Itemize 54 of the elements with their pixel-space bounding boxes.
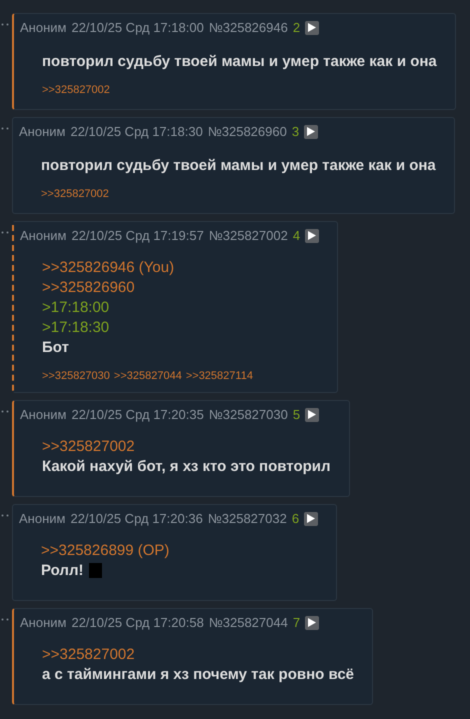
dots-icon[interactable]: [1, 514, 9, 517]
post-text: Бот: [42, 339, 69, 356]
post-index: 3: [292, 124, 300, 139]
post-text: а с таймингами я хз почему так ровно всё: [42, 666, 354, 683]
post-text: Какой нахуй бот, я хз кто это повторил: [42, 458, 331, 475]
post-date: 22/10/25 Срд 17:18:00: [71, 20, 204, 35]
dots-icon[interactable]: [1, 231, 9, 234]
play-button[interactable]: [304, 124, 318, 138]
post-text: повторил судьбу твоей мамы и умер также как и она: [41, 157, 436, 174]
reply-link[interactable]: >>325827002: [42, 438, 135, 455]
dots-icon[interactable]: [1, 127, 9, 130]
post-date: 22/10/25 Срд 17:18:30: [70, 124, 203, 139]
post-number[interactable]: №325827032: [208, 511, 287, 526]
author-name: Аноним: [20, 407, 66, 422]
post-text: Ролл!: [41, 562, 84, 579]
author-name: Аноним: [20, 20, 66, 35]
reply-link[interactable]: >>325827002: [42, 646, 135, 663]
post-index: 7: [292, 615, 300, 630]
quote-text: >17:18:30: [42, 319, 110, 336]
dots-icon[interactable]: [1, 618, 9, 621]
play-button[interactable]: [304, 512, 318, 526]
reply-link[interactable]: >>325827114: [186, 370, 253, 382]
post-date: 22/10/25 Срд 17:19:57: [71, 228, 204, 243]
post-date: 22/10/25 Срд 17:20:35: [71, 407, 204, 422]
post-index: 5: [292, 407, 300, 422]
author-name: Аноним: [19, 124, 66, 139]
reply-link[interactable]: >>325827044: [114, 370, 182, 382]
post-number[interactable]: №325826960: [208, 124, 287, 139]
dots-icon[interactable]: [1, 410, 9, 413]
author-name: Аноним: [20, 228, 66, 243]
post-index: 4: [292, 228, 300, 243]
post-number[interactable]: №325827044: [208, 615, 288, 630]
post-number[interactable]: №325826946: [208, 20, 288, 35]
dots-icon[interactable]: [1, 23, 9, 26]
play-button[interactable]: [305, 616, 320, 630]
post-number[interactable]: №325827030: [208, 407, 288, 422]
post-date: 22/10/25 Срд 17:20:58: [71, 615, 204, 630]
post-index: 6: [292, 511, 300, 526]
author-name: Аноним: [19, 511, 66, 526]
post-index: 2: [292, 20, 300, 35]
play-button[interactable]: [305, 20, 320, 34]
reply-link[interactable]: >>325826899 (OP): [41, 542, 170, 559]
author-name: Аноним: [20, 615, 66, 630]
play-button[interactable]: [305, 408, 320, 422]
reply-link[interactable]: >>325826960: [42, 279, 135, 296]
reply-link[interactable]: >>325826946 (You): [42, 259, 174, 276]
quote-text: >17:18:00: [42, 299, 110, 316]
post-date: 22/10/25 Срд 17:20:36: [70, 511, 203, 526]
play-button[interactable]: [305, 228, 320, 242]
post-text: повторил судьбу твоей мамы и умер также как и она: [42, 53, 437, 70]
reply-link[interactable]: >>325827002: [42, 84, 110, 96]
post-number[interactable]: №325827002: [208, 228, 288, 243]
reply-link[interactable]: >>325827030: [42, 370, 110, 382]
reply-link[interactable]: >>325827002: [41, 188, 109, 200]
